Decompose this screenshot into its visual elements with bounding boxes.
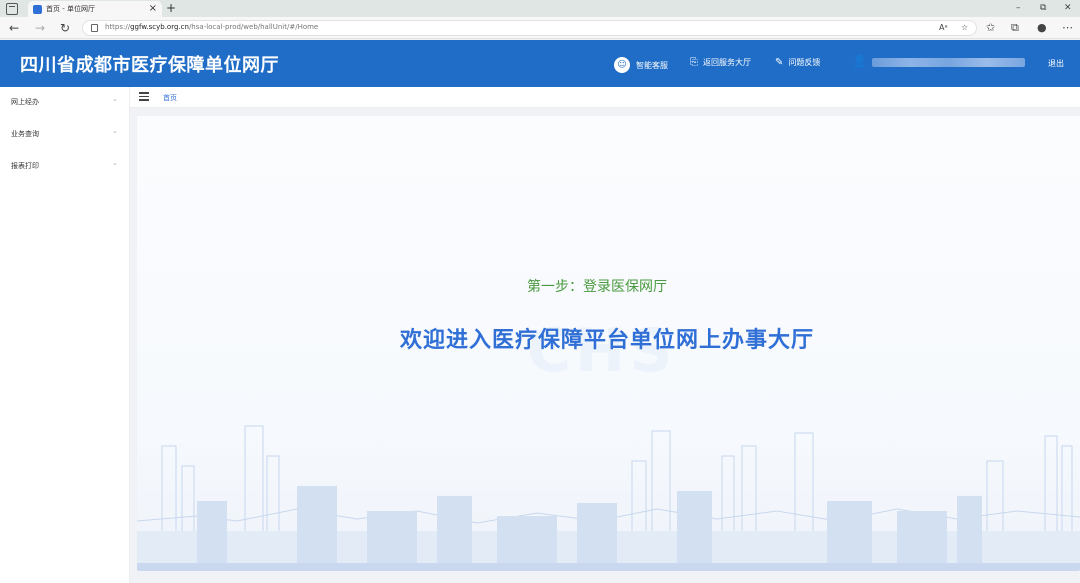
exit-door-icon: ⎘ — [690, 57, 698, 68]
browser-tab-strip: 首页 - 单位网厅 × + – ⧉ ✕ — [0, 0, 1080, 17]
minimize-icon[interactable]: – — [1016, 1, 1021, 15]
close-window-icon[interactable]: ✕ — [1064, 1, 1072, 15]
sidebar-item-business-query[interactable]: 业务查询 ⌄ — [0, 119, 130, 149]
step-one-text: 第一步：登录医保网厅 — [527, 279, 667, 295]
return-hall-link[interactable]: ⎘ 返回服务大厅 — [690, 57, 751, 68]
sidebar-item-label: 业务查询 — [11, 130, 39, 138]
feedback-link[interactable]: ✎ 问题反馈 — [775, 57, 820, 68]
sidebar-item-online-handling[interactable]: 网上经办 ⌄ — [0, 87, 130, 117]
refresh-icon[interactable]: ↻ — [60, 20, 70, 36]
lock-icon — [91, 24, 98, 32]
address-bar[interactable]: https://ggfw.scyb.org.cn/hsa-local-prod/… — [82, 20, 977, 36]
more-menu-icon[interactable]: ⋯ — [1062, 20, 1073, 36]
app-header: 四川省成都市医疗保障单位网厅 ☺ 智能客服 ⎘ 返回服务大厅 ✎ 问题反馈 👤 … — [0, 40, 1080, 87]
edit-icon: ✎ — [775, 57, 784, 68]
chevron-down-icon: ⌄ — [112, 127, 118, 135]
tab-favicon-icon — [33, 4, 42, 14]
chevron-down-icon: ⌄ — [112, 95, 118, 103]
user-name-redacted — [872, 58, 1025, 67]
restore-icon[interactable]: ⧉ — [1040, 1, 1046, 15]
browser-toolbar: ← → ↻ https://ggfw.scyb.org.cn/hsa-local… — [0, 17, 1080, 39]
back-icon[interactable]: ← — [9, 20, 19, 36]
tab-close-icon[interactable]: × — [149, 3, 157, 15]
user-icon: 👤 — [852, 54, 867, 68]
headset-icon: ☺ — [614, 57, 630, 73]
breadcrumb-home[interactable]: 首页 — [163, 93, 177, 103]
sidebar: 网上经办 ⌄ 业务查询 ⌄ 报表打印 ⌄ — [0, 87, 130, 583]
city-skyline-illustration — [137, 425, 1080, 571]
profile-icon[interactable]: ● — [1037, 20, 1047, 36]
tab-title: 首页 - 单位网厅 — [46, 5, 95, 13]
main-panel: CHS 第一步：登录医保网厅 欢迎进入医疗保障平台单位网上办事大厅 — [137, 116, 1080, 571]
favorite-star-icon[interactable]: ☆ — [961, 23, 968, 32]
welcome-title: 欢迎进入医疗保障平台单位网上办事大厅 — [399, 328, 814, 353]
page-title: 四川省成都市医疗保障单位网厅 — [20, 55, 279, 76]
bottom-strip — [137, 571, 1080, 583]
breadcrumb: 首页 — [130, 87, 1080, 108]
sidebar-item-report-print[interactable]: 报表打印 ⌄ — [0, 151, 130, 181]
chevron-down-icon: ⌄ — [112, 159, 118, 167]
new-tab-icon[interactable]: + — [166, 1, 176, 15]
window-menu-icon[interactable] — [6, 2, 18, 15]
sidebar-item-label: 网上经办 — [11, 98, 39, 106]
favorites-icon[interactable]: ✩ — [986, 20, 995, 36]
url-text: https://ggfw.scyb.org.cn/hsa-local-prod/… — [105, 23, 319, 31]
menu-toggle-icon[interactable] — [139, 92, 149, 101]
browser-tab[interactable]: 首页 - 单位网厅 × — [28, 1, 162, 17]
collections-icon[interactable]: ⧉ — [1011, 20, 1019, 36]
sidebar-item-label: 报表打印 — [11, 162, 39, 170]
read-aloud-icon[interactable]: Aᵃ — [939, 23, 948, 32]
forward-icon[interactable]: → — [35, 20, 45, 36]
logout-button[interactable]: 退出 — [1048, 58, 1064, 69]
smart-service-link[interactable]: ☺ 智能客服 — [614, 57, 668, 73]
